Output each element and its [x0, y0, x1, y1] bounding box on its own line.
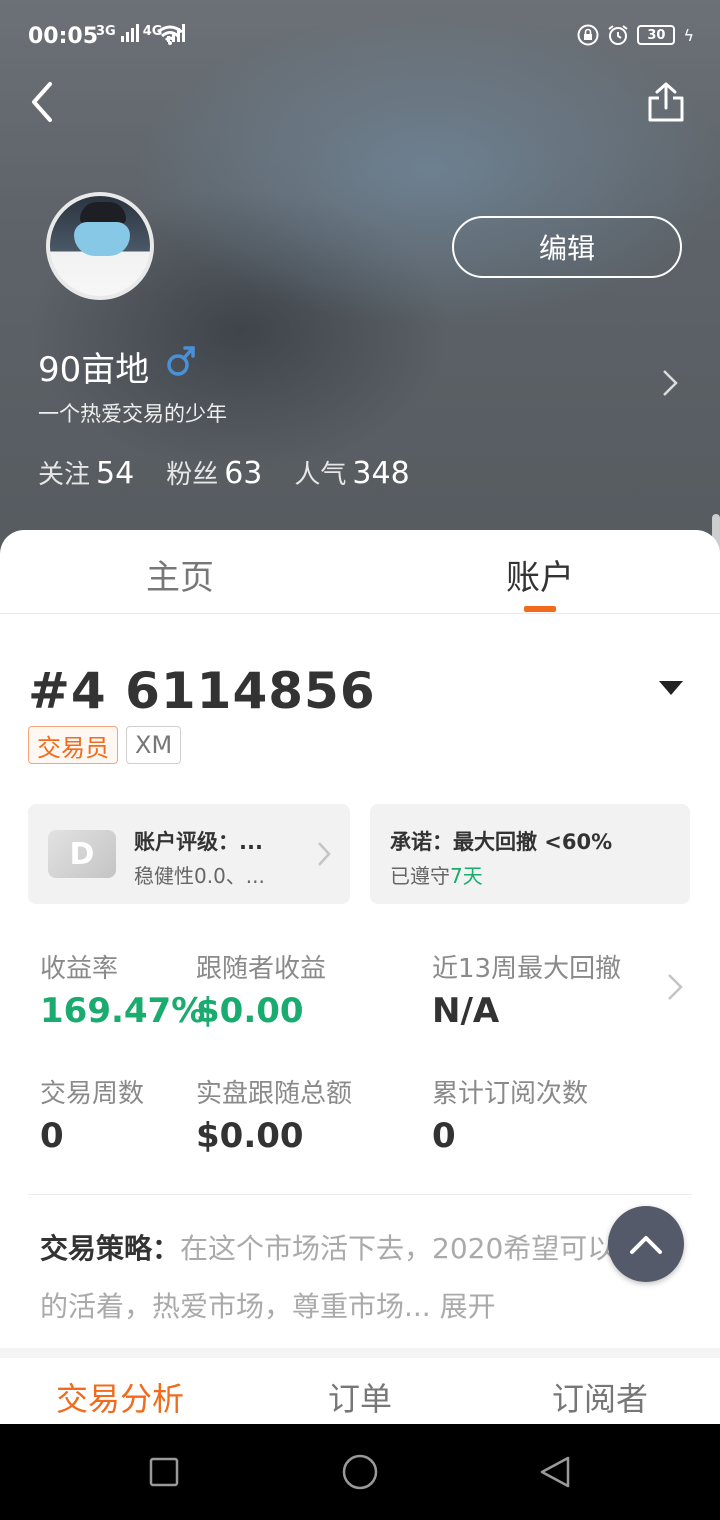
metric-max-drawdown[interactable]: 近13周最大回撤 N/A: [432, 948, 621, 1031]
caret-down-icon[interactable]: [658, 680, 684, 696]
metric-subscription-count: 累计订阅次数 0: [432, 1079, 589, 1156]
battery-icon: 30: [637, 25, 676, 45]
account-badges: 交易员 XM: [28, 726, 182, 764]
rating-title: 账户评级：...: [134, 830, 263, 854]
divider: [28, 1194, 692, 1195]
profile-header: 00:05 3G 4G 30 ϟ 编辑 90亩地 一个热爱交易的少年 关注 54…: [0, 0, 720, 560]
stat-popularity: 人气 348: [294, 456, 410, 491]
back-button[interactable]: [22, 80, 66, 124]
metric-follow-total: 实盘跟随总额 $0.00: [196, 1079, 353, 1156]
strategy-label: 交易策略：: [40, 1232, 181, 1265]
wifi-icon: [157, 25, 183, 45]
avatar[interactable]: [46, 192, 154, 300]
chevron-right-icon[interactable]: [660, 368, 680, 398]
trading-strategy: 交易策略：在这个市场活下去，2020希望可以好好的活着，热爱市场，尊重市场...…: [40, 1220, 680, 1336]
status-time: 00:05: [28, 24, 99, 49]
tab-bar: 主页 账户: [0, 530, 720, 614]
metric-trade-weeks: 交易周数 0: [40, 1079, 145, 1156]
chevron-up-icon: [630, 1236, 662, 1254]
male-icon: [167, 346, 195, 376]
expand-link[interactable]: 展开: [440, 1290, 496, 1323]
metric-follower-profit: 跟随者收益 $0.00: [196, 954, 327, 1031]
username: 90亩地: [38, 350, 150, 390]
scroll-to-top-button[interactable]: [608, 1206, 684, 1282]
tab-orders[interactable]: 订单: [328, 1374, 392, 1420]
role-badge: 交易员: [28, 726, 118, 764]
chevron-right-icon: [318, 842, 331, 866]
promise-subtitle: 已遵守7天: [390, 864, 483, 888]
promise-title: 承诺：最大回撤 <60%: [390, 830, 613, 854]
share-button[interactable]: [646, 80, 686, 124]
grade-badge: D: [48, 830, 116, 878]
detail-tab-bar: 交易分析 订单 订阅者: [0, 1358, 720, 1424]
rating-subtitle: 稳健性0.0、...: [134, 864, 265, 888]
promise-days: 7天: [450, 864, 483, 888]
tab-home[interactable]: 主页: [146, 550, 214, 599]
promise-card: 承诺：最大回撤 <60% 已遵守7天: [370, 804, 690, 904]
account-rating-card[interactable]: D 账户评级：... 稳健性0.0、...: [28, 804, 350, 904]
tab-trade-analysis[interactable]: 交易分析: [56, 1374, 184, 1420]
tab-subscribers[interactable]: 订阅者: [552, 1374, 648, 1420]
stat-followers[interactable]: 粉丝 63: [166, 454, 262, 491]
charging-icon: ϟ: [683, 25, 694, 45]
tab-indicator: [524, 606, 556, 612]
alarm-icon: [608, 25, 629, 45]
back-triangle-icon[interactable]: [536, 1452, 576, 1492]
stat-following[interactable]: 关注 54: [38, 454, 134, 491]
chevron-right-icon[interactable]: [666, 972, 684, 1002]
system-nav-bar: [0, 1424, 720, 1520]
home-icon[interactable]: [340, 1452, 380, 1492]
signal-icon: [120, 24, 139, 42]
metric-return-rate: 收益率 169.47%: [40, 954, 206, 1031]
status-bar: 00:05 3G 4G 30 ϟ: [0, 0, 720, 72]
profile-stats: 关注 54 粉丝 63 人气 348: [38, 454, 410, 491]
account-number: #4 6114856: [28, 662, 376, 720]
broker-badge: XM: [126, 726, 182, 764]
user-bio: 一个热爱交易的少年: [38, 402, 227, 426]
content-card: 主页 账户 #4 6114856 交易员 XM D 账户评级：... 稳健性0.…: [0, 530, 720, 1520]
section-gap: [0, 1348, 720, 1358]
tab-account[interactable]: 账户: [506, 550, 574, 599]
edit-profile-button[interactable]: 编辑: [452, 216, 682, 278]
lock-icon: [577, 24, 599, 46]
recent-apps-icon[interactable]: [144, 1452, 184, 1492]
net-type-1: 3G: [96, 24, 116, 39]
